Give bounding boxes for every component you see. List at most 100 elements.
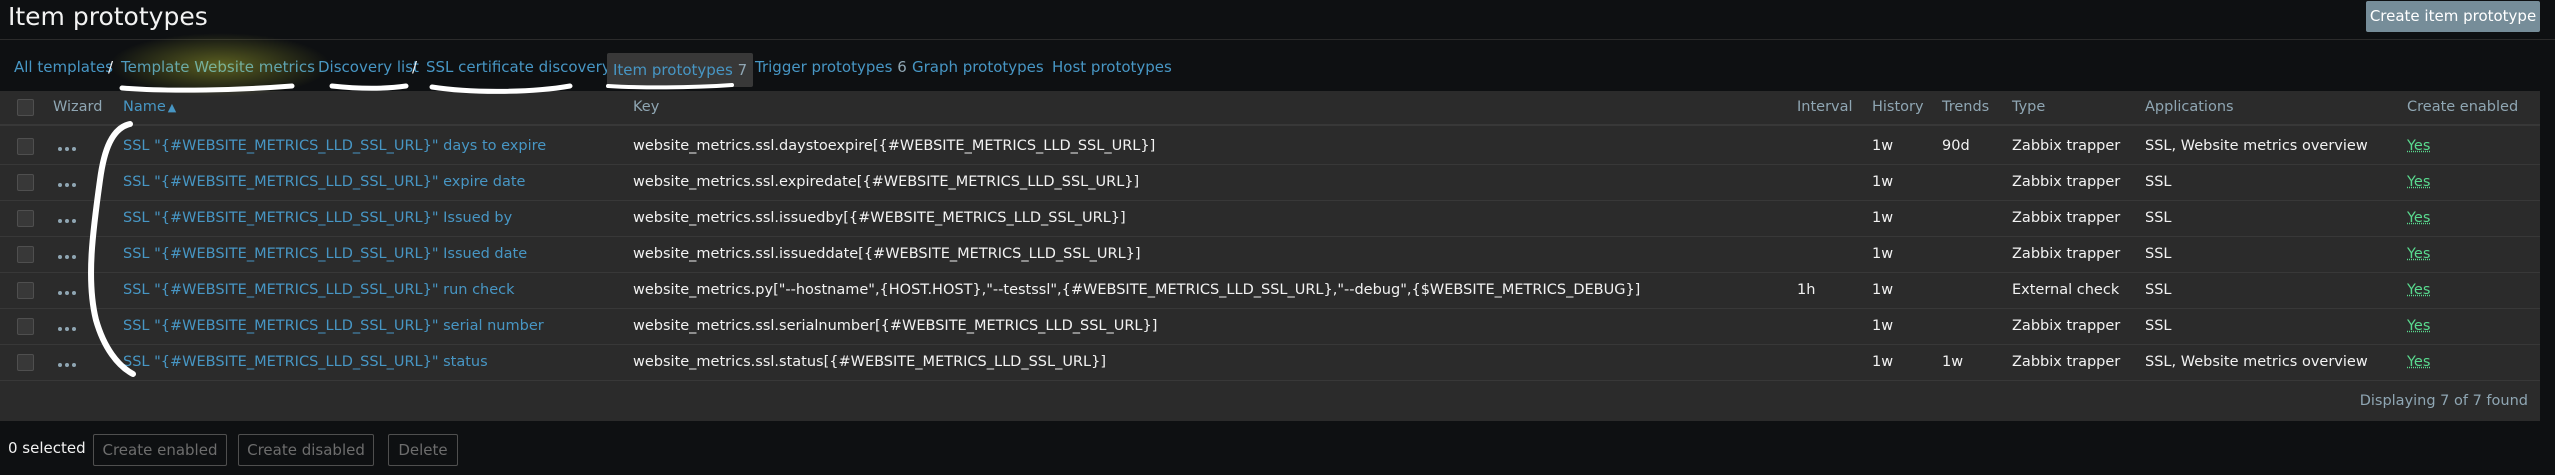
row-history: 1w: [1872, 174, 1894, 190]
breadcrumb-discovery-rule[interactable]: SSL certificate discovery: [426, 50, 611, 84]
row-applications: SSL, Website metrics overview: [2145, 138, 2368, 154]
row-history: 1w: [1872, 282, 1894, 298]
tab-trigger-prototypes-label: Trigger prototypes: [755, 58, 893, 76]
row-checkbox[interactable]: [17, 138, 34, 155]
selected-count: 0 selected: [8, 439, 86, 457]
column-trends[interactable]: Trends: [1942, 91, 1989, 124]
tab-item-prototypes-count: 7: [737, 61, 748, 79]
column-name-label: Name: [123, 99, 166, 115]
row-key: website_metrics.ssl.issueddate[{#WEBSITE…: [633, 246, 1141, 262]
row-type: Zabbix trapper: [2012, 138, 2121, 154]
row-history: 1w: [1872, 318, 1894, 334]
row-name-link[interactable]: SSL "{#WEBSITE_METRICS_LLD_SSL_URL}" Iss…: [123, 237, 527, 272]
underline-mark: [329, 83, 409, 91]
page-title: Item prototypes: [8, 2, 208, 31]
tab-host-prototypes[interactable]: Host prototypes: [1052, 50, 1172, 84]
row-applications: SSL: [2145, 246, 2172, 262]
column-history[interactable]: History: [1872, 91, 1924, 124]
row-checkbox[interactable]: [17, 174, 34, 191]
row-create-enabled-toggle[interactable]: Yes: [2407, 309, 2430, 344]
row-applications: SSL: [2145, 282, 2172, 298]
row-checkbox[interactable]: [17, 210, 34, 227]
table-row: SSL "{#WEBSITE_METRICS_LLD_SSL_URL}" exp…: [0, 165, 2540, 201]
more-options-icon[interactable]: [58, 179, 80, 189]
row-create-enabled-toggle[interactable]: Yes: [2407, 129, 2430, 164]
table-row: SSL "{#WEBSITE_METRICS_LLD_SSL_URL}" Iss…: [0, 201, 2540, 237]
row-key: website_metrics.ssl.daystoexpire[{#WEBSI…: [633, 138, 1156, 154]
select-all-checkbox[interactable]: [17, 99, 34, 116]
row-key: website_metrics.ssl.status[{#WEBSITE_MET…: [633, 354, 1106, 370]
page: Item prototypes Create item prototype Al…: [0, 0, 2555, 475]
row-key: website_metrics.ssl.serialnumber[{#WEBSI…: [633, 318, 1158, 334]
table-header: Wizard Name ▲ Key Interval History Trends…: [0, 91, 2540, 126]
row-checkbox[interactable]: [17, 246, 34, 263]
row-type: Zabbix trapper: [2012, 354, 2121, 370]
row-applications: SSL: [2145, 210, 2172, 226]
row-trends: 90d: [1942, 138, 1970, 154]
row-name-link[interactable]: SSL "{#WEBSITE_METRICS_LLD_SSL_URL}" ser…: [123, 309, 544, 344]
tab-trigger-prototypes-count: 6: [897, 58, 907, 76]
column-interval[interactable]: Interval: [1797, 91, 1853, 124]
table-row: SSL "{#WEBSITE_METRICS_LLD_SSL_URL}" sta…: [0, 345, 2540, 381]
row-type: Zabbix trapper: [2012, 318, 2121, 334]
column-name[interactable]: Name ▲: [123, 91, 176, 124]
breadcrumb-separator: /: [412, 58, 418, 76]
row-name-link[interactable]: SSL "{#WEBSITE_METRICS_LLD_SSL_URL}" sta…: [123, 345, 488, 380]
column-key[interactable]: Key: [633, 91, 659, 124]
row-type: External check: [2012, 282, 2120, 298]
more-options-icon[interactable]: [58, 323, 80, 333]
row-key: website_metrics.ssl.issuedby[{#WEBSITE_M…: [633, 210, 1126, 226]
more-options-icon[interactable]: [58, 359, 80, 369]
underline-mark: [119, 83, 295, 93]
tab-trigger-prototypes[interactable]: Trigger prototypes 6: [755, 50, 907, 84]
row-applications: SSL: [2145, 318, 2172, 334]
row-create-enabled-toggle[interactable]: Yes: [2407, 201, 2430, 236]
table-row: SSL "{#WEBSITE_METRICS_LLD_SSL_URL}" ser…: [0, 309, 2540, 345]
delete-button[interactable]: Delete: [388, 434, 458, 466]
tab-graph-prototypes[interactable]: Graph prototypes: [912, 50, 1044, 84]
table-row: SSL "{#WEBSITE_METRICS_LLD_SSL_URL}" day…: [0, 129, 2540, 165]
row-history: 1w: [1872, 210, 1894, 226]
row-trends: 1w: [1942, 354, 1964, 370]
header-divider: [0, 39, 2555, 40]
row-create-enabled-toggle[interactable]: Yes: [2407, 237, 2430, 272]
more-options-icon[interactable]: [58, 215, 80, 225]
row-type: Zabbix trapper: [2012, 174, 2121, 190]
breadcrumb-all-templates[interactable]: All templates: [14, 50, 113, 84]
row-key: website_metrics.py["--hostname",{HOST.HO…: [633, 282, 1641, 298]
row-history: 1w: [1872, 138, 1894, 154]
create-disabled-button[interactable]: Create disabled: [238, 434, 374, 466]
row-create-enabled-toggle[interactable]: Yes: [2407, 345, 2430, 380]
column-applications: Applications: [2145, 99, 2234, 115]
row-checkbox[interactable]: [17, 354, 34, 371]
breadcrumb: All templates / Template Website metrics…: [0, 50, 2555, 87]
create-enabled-button[interactable]: Create enabled: [93, 434, 227, 466]
more-options-icon[interactable]: [58, 143, 80, 153]
more-options-icon[interactable]: [58, 287, 80, 297]
row-name-link[interactable]: SSL "{#WEBSITE_METRICS_LLD_SSL_URL}" Iss…: [123, 201, 512, 236]
breadcrumb-separator: /: [108, 58, 114, 76]
row-applications: SSL: [2145, 174, 2172, 190]
row-name-link[interactable]: SSL "{#WEBSITE_METRICS_LLD_SSL_URL}" run…: [123, 273, 515, 308]
action-bar: 0 selected Create enabled Create disable…: [0, 431, 2555, 466]
row-type: Zabbix trapper: [2012, 246, 2121, 262]
table-row: SSL "{#WEBSITE_METRICS_LLD_SSL_URL}" run…: [0, 273, 2540, 309]
row-checkbox[interactable]: [17, 318, 34, 335]
row-name-link[interactable]: SSL "{#WEBSITE_METRICS_LLD_SSL_URL}" exp…: [123, 165, 525, 200]
breadcrumb-template[interactable]: Template Website metrics: [121, 50, 315, 84]
breadcrumb-discovery-list[interactable]: Discovery list: [318, 50, 419, 84]
tab-item-prototypes[interactable]: Item prototypes 7: [607, 53, 754, 87]
tab-item-prototypes-label: Item prototypes: [613, 61, 733, 79]
row-checkbox[interactable]: [17, 282, 34, 299]
create-item-prototype-button[interactable]: Create item prototype: [2366, 1, 2540, 32]
row-key: website_metrics.ssl.expiredate[{#WEBSITE…: [633, 174, 1140, 190]
table-footer-count: Displaying 7 of 7 found: [2359, 393, 2528, 409]
row-name-link[interactable]: SSL "{#WEBSITE_METRICS_LLD_SSL_URL}" day…: [123, 129, 546, 164]
more-options-icon[interactable]: [58, 251, 80, 261]
row-create-enabled-toggle[interactable]: Yes: [2407, 273, 2430, 308]
row-create-enabled-toggle[interactable]: Yes: [2407, 165, 2430, 200]
column-create-enabled[interactable]: Create enabled: [2407, 91, 2518, 124]
sort-ascending-icon: ▲: [167, 101, 177, 114]
row-interval: 1h: [1797, 282, 1816, 298]
column-type[interactable]: Type: [2012, 91, 2045, 124]
